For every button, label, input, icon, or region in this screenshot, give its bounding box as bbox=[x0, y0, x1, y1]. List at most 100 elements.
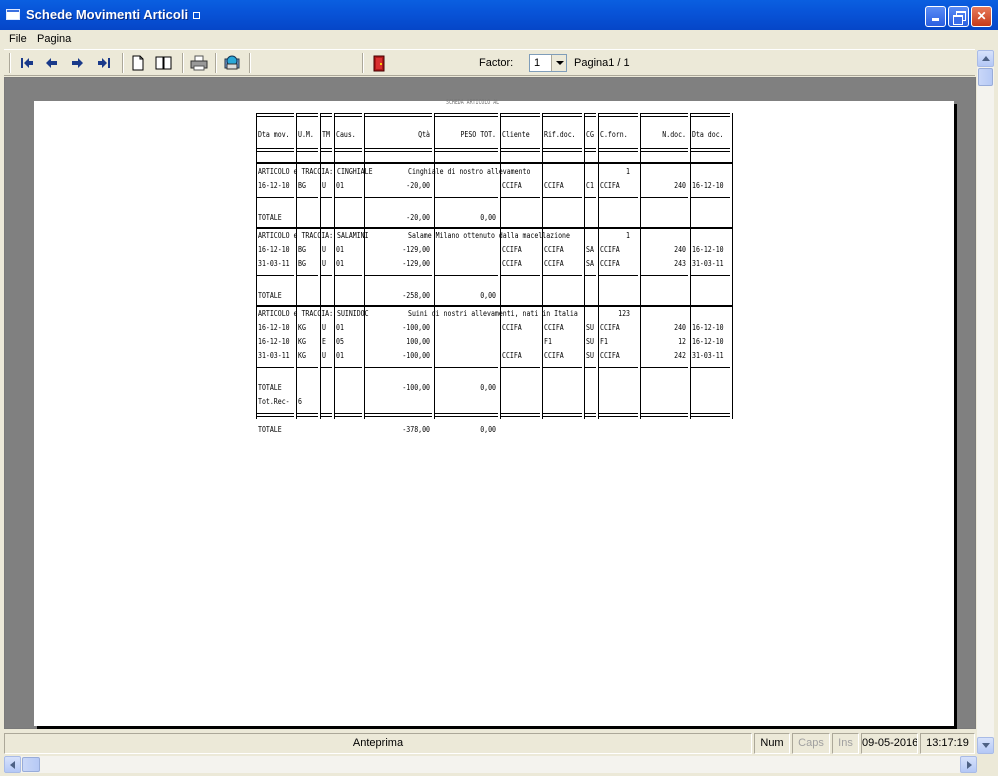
vertical-scrollbar[interactable] bbox=[977, 50, 994, 754]
movement-cell: CCIFA bbox=[502, 351, 522, 360]
minimize-button[interactable] bbox=[925, 6, 946, 27]
scroll-left-button[interactable] bbox=[4, 756, 21, 773]
factor-value: 1 bbox=[534, 57, 541, 69]
rule-line bbox=[501, 197, 540, 198]
rule-line bbox=[543, 413, 582, 414]
rule-line bbox=[321, 197, 332, 198]
rule-line bbox=[585, 416, 596, 417]
rule-line bbox=[641, 275, 688, 276]
column-header: Rif.doc. bbox=[544, 130, 576, 139]
movement-cell: 01 bbox=[336, 259, 344, 268]
rule-line bbox=[335, 416, 362, 417]
rule-line bbox=[297, 197, 318, 198]
size-grip[interactable] bbox=[977, 756, 994, 773]
app-window-icon[interactable] bbox=[6, 9, 20, 20]
rule-line bbox=[585, 413, 596, 414]
scroll-right-button[interactable] bbox=[960, 756, 977, 773]
movement-cell: 31-03-11 bbox=[258, 351, 290, 360]
movement-cell: 16-12-10 bbox=[692, 245, 724, 254]
rule-line bbox=[297, 413, 318, 414]
column-divider bbox=[296, 113, 297, 419]
restore-icon bbox=[949, 7, 968, 26]
column-divider bbox=[364, 113, 365, 419]
column-divider bbox=[434, 113, 435, 419]
movement-cell: 100,00 bbox=[406, 337, 430, 346]
status-message: Anteprima bbox=[4, 733, 752, 754]
movement-cell: KG bbox=[298, 337, 306, 346]
next-page-icon bbox=[72, 58, 83, 68]
single-page-button[interactable] bbox=[127, 53, 149, 73]
horizontal-scrollbar[interactable] bbox=[4, 756, 977, 773]
rule-line bbox=[543, 367, 582, 368]
rule-line bbox=[335, 197, 362, 198]
rule-line bbox=[335, 275, 362, 276]
status-bar: Anteprima Num Caps Ins 09-05-2016 13:17:… bbox=[4, 731, 977, 756]
setup-button[interactable] bbox=[221, 53, 243, 73]
rule-line bbox=[641, 148, 688, 149]
rule-line bbox=[501, 116, 540, 117]
next-page-button[interactable] bbox=[66, 53, 88, 73]
print-button[interactable] bbox=[188, 53, 210, 73]
rule-line bbox=[641, 413, 688, 414]
movement-cell: 240 bbox=[674, 323, 686, 332]
rule-line bbox=[257, 116, 294, 117]
menu-pagina[interactable]: Pagina bbox=[37, 33, 71, 45]
rule-line bbox=[321, 416, 332, 417]
insert-indicator: Ins bbox=[832, 733, 859, 754]
group-total-label: TOTALE bbox=[258, 383, 282, 392]
movement-cell: U bbox=[322, 351, 326, 360]
two-pages-button[interactable] bbox=[153, 53, 175, 73]
group-total-qta: -100,00 bbox=[402, 383, 430, 392]
rule-line bbox=[435, 367, 498, 368]
rule-line bbox=[365, 413, 432, 414]
section-rule bbox=[256, 227, 732, 229]
rule-line bbox=[257, 151, 294, 152]
movement-cell: CCIFA bbox=[600, 323, 620, 332]
printer-icon bbox=[190, 55, 208, 71]
movement-cell: BG bbox=[298, 181, 306, 190]
rule-line bbox=[641, 416, 688, 417]
vertical-scroll-thumb[interactable] bbox=[978, 68, 993, 86]
article-header: ARTICOLO e TRACCIA: SALAMINI bbox=[258, 231, 369, 240]
column-divider bbox=[256, 113, 257, 419]
chevron-down-icon[interactable] bbox=[551, 55, 566, 71]
rule-line bbox=[599, 367, 638, 368]
movement-cell: 240 bbox=[674, 245, 686, 254]
prev-page-button[interactable] bbox=[41, 53, 63, 73]
exit-button[interactable] bbox=[368, 53, 390, 73]
last-page-button[interactable] bbox=[93, 53, 115, 73]
rule-line bbox=[257, 275, 294, 276]
rule-line bbox=[257, 197, 294, 198]
article-description: Cinghiale di nostro allevamento bbox=[408, 167, 531, 176]
rule-line bbox=[501, 367, 540, 368]
movement-cell: CCIFA bbox=[502, 245, 522, 254]
column-header: Caus. bbox=[336, 130, 356, 139]
restore-button[interactable] bbox=[948, 6, 969, 27]
first-page-icon bbox=[21, 58, 33, 68]
factor-select[interactable]: 1 bbox=[529, 54, 567, 72]
rule-line bbox=[365, 113, 432, 114]
movement-cell: CCIFA bbox=[600, 351, 620, 360]
menu-file[interactable]: File bbox=[9, 33, 27, 45]
column-header: Cliente bbox=[502, 130, 530, 139]
title-bar[interactable]: Schede Movimenti Articoli ✕ bbox=[0, 0, 998, 30]
rule-line bbox=[365, 367, 432, 368]
rule-line bbox=[501, 275, 540, 276]
scroll-down-button[interactable] bbox=[977, 737, 994, 754]
column-header: C.forn. bbox=[600, 130, 628, 139]
factor-label: Factor: bbox=[479, 57, 514, 69]
movement-cell: C1 bbox=[586, 181, 594, 190]
movement-cell: CCIFA bbox=[544, 259, 564, 268]
title-square-icon bbox=[193, 12, 201, 20]
preview-area[interactable]: SCHEDA ARTICOLO AL Dta mov. U.M. TM Caus. Qt… bbox=[4, 77, 976, 729]
rule-line bbox=[691, 275, 730, 276]
rule-line bbox=[585, 367, 596, 368]
horizontal-scroll-thumb[interactable] bbox=[22, 757, 40, 772]
movement-cell: CCIFA bbox=[502, 323, 522, 332]
close-button[interactable]: ✕ bbox=[971, 6, 992, 27]
first-page-button[interactable] bbox=[16, 53, 38, 73]
column-divider bbox=[732, 113, 733, 419]
rule-line bbox=[365, 151, 432, 152]
scroll-up-button[interactable] bbox=[977, 50, 994, 67]
exit-door-icon bbox=[373, 55, 385, 72]
